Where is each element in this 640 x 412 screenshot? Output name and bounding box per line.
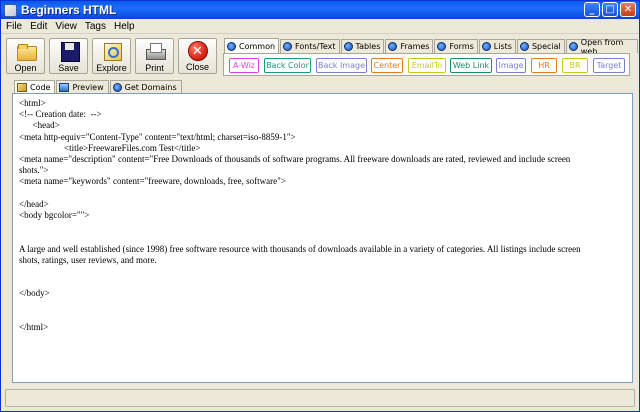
tab-fonts-text[interactable]: Fonts/Text — [280, 39, 340, 53]
center-button[interactable]: Center — [371, 58, 403, 73]
web-link-button[interactable]: Web Link — [450, 58, 492, 73]
print-button-label: Print — [145, 63, 164, 73]
code-line: <html> — [19, 98, 46, 108]
globe-icon — [519, 42, 529, 51]
code-editor-frame: <html> <!-- Creation date: --> <head> <met… — [12, 93, 633, 383]
print-button[interactable]: Print — [135, 38, 174, 74]
tab-label: Forms — [449, 42, 474, 51]
open-button-label: Open — [14, 63, 37, 73]
explore-icon — [101, 41, 123, 62]
hr-button[interactable]: HR — [531, 58, 557, 73]
globe-icon — [388, 42, 398, 51]
tab-label: Frames — [400, 42, 430, 51]
menu-edit[interactable]: Edit — [27, 21, 52, 32]
tab-label: Common — [239, 41, 276, 51]
code-editor[interactable]: <html> <!-- Creation date: --> <head> <met… — [15, 96, 630, 380]
tab-get-domains[interactable]: Get Domains — [109, 80, 182, 93]
minimize-button[interactable]: _ — [584, 2, 600, 17]
tab-preview[interactable]: Preview — [56, 80, 109, 93]
code-line: <meta name="description" content="Free D… — [19, 154, 571, 165]
close-icon: ✕ — [187, 41, 208, 61]
app-icon — [4, 3, 17, 17]
tab-label: Preview — [72, 82, 104, 92]
status-bar — [5, 389, 635, 407]
code-line: <title>FreewareFiles.com Test</title> — [19, 142, 201, 153]
code-line: <!-- Creation date: --> — [19, 109, 102, 120]
back-image-button[interactable]: Back Image — [316, 58, 367, 73]
tab-common[interactable]: Common — [224, 38, 280, 53]
folder-icon — [15, 41, 37, 62]
globe-icon — [343, 42, 353, 51]
tab-label: Special — [531, 42, 561, 51]
tab-label: Lists — [493, 42, 512, 51]
target-button[interactable]: Target — [593, 58, 625, 73]
tab-label: Fonts/Text — [295, 42, 336, 51]
a-wiz-button[interactable]: A-Wiz — [229, 58, 259, 73]
menu-bar: File Edit View Tags Help — [1, 19, 639, 34]
code-line: <meta name="keywords" content="freeware,… — [19, 176, 286, 187]
tab-special[interactable]: Special — [516, 39, 565, 53]
code-line: shots."> — [19, 165, 49, 176]
explore-button[interactable]: Explore — [92, 38, 131, 74]
code-icon — [17, 82, 27, 92]
disk-icon — [58, 41, 80, 62]
tab-tables[interactable]: Tables — [340, 39, 385, 53]
preview-icon — [59, 82, 70, 92]
email-to-button[interactable]: EmailTo — [408, 58, 446, 73]
globe-icon — [112, 82, 122, 92]
back-color-button[interactable]: Back Color — [264, 58, 311, 73]
tag-tabs: Common Fonts/Text Tables Frames Forms Li… — [224, 38, 639, 56]
save-button-label: Save — [58, 63, 79, 73]
br-button[interactable]: BR — [562, 58, 588, 73]
code-line: <body bgcolor=""> — [19, 210, 90, 221]
globe-icon — [283, 42, 293, 51]
title-bar[interactable]: Beginners HTML _ □ ✕ — [1, 1, 639, 19]
code-line: </html> — [19, 321, 49, 332]
printer-icon — [144, 41, 166, 62]
menu-tags[interactable]: Tags — [82, 21, 111, 32]
open-button[interactable]: Open — [6, 38, 45, 74]
code-line: <head> — [19, 120, 60, 131]
save-button[interactable]: Save — [49, 38, 88, 74]
code-line: </head> — [19, 198, 49, 209]
main-toolbar: Open Save Explore Print ✕ Close — [6, 38, 221, 75]
view-tabs: Code Preview Get Domains — [14, 80, 183, 93]
explore-button-label: Explore — [96, 63, 127, 73]
tab-frames[interactable]: Frames — [385, 39, 434, 53]
close-button[interactable]: ✕ Close — [178, 38, 217, 74]
image-button[interactable]: Image — [496, 58, 526, 73]
code-line: <meta http-equiv="Content-Type" content=… — [19, 131, 296, 142]
close-button-label: Close — [185, 62, 209, 72]
tab-lists[interactable]: Lists — [478, 39, 516, 53]
menu-file[interactable]: File — [4, 21, 27, 32]
tab-forms[interactable]: Forms — [434, 39, 478, 53]
code-line: A large and well established (since 1998… — [19, 243, 581, 254]
globe-icon — [227, 41, 236, 51]
tab-label: Get Domains — [124, 82, 177, 92]
code-line: shots, ratings, user reviews, and more. — [19, 254, 157, 265]
maximize-button[interactable]: □ — [602, 2, 618, 17]
globe-icon — [568, 42, 578, 51]
menu-help[interactable]: Help — [111, 21, 140, 32]
menu-view[interactable]: View — [52, 21, 82, 32]
globe-icon — [437, 42, 447, 51]
code-line: </body> — [19, 288, 50, 299]
tab-open-from-web[interactable]: Open from web — [565, 38, 638, 56]
tab-code[interactable]: Code — [14, 80, 56, 93]
tab-label: Tables — [355, 42, 381, 51]
close-window-button[interactable]: ✕ — [620, 2, 636, 17]
app-window: Beginners HTML _ □ ✕ File Edit View Tags… — [0, 0, 640, 412]
tab-label: Code — [30, 82, 51, 92]
globe-icon — [481, 42, 491, 51]
tag-button-panel: A-Wiz Back Color Back Image Center Email… — [223, 53, 630, 76]
window-controls: _ □ ✕ — [584, 2, 636, 17]
window-title: Beginners HTML — [21, 3, 117, 17]
